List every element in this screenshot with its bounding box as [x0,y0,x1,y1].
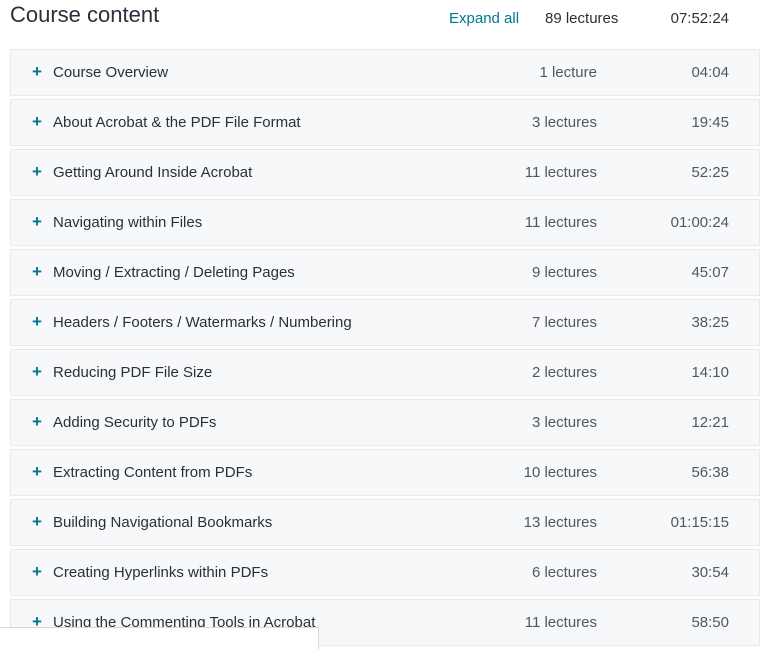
section-duration: 19:45 [691,114,729,131]
page-title: Course content [10,2,160,27]
section-lecture-count: 2 lectures [531,364,597,381]
plus-icon[interactable]: + [32,462,42,482]
course-section-row[interactable]: + Getting Around Inside Acrobat 11 lecture… [10,149,760,196]
section-lecture-count: 7 lectures [531,314,597,331]
section-lecture-count: 10 lectures [523,464,597,481]
section-lecture-count: 9 lectures [531,264,597,281]
section-title: Creating Hyperlinks within PDFs [53,564,269,581]
plus-icon[interactable]: + [32,362,42,382]
section-duration: 45:07 [691,264,729,281]
total-lectures-count: 89 lectures [545,10,619,27]
course-section-row[interactable]: + Reducing PDF File Size 2 lectures 14:10 [10,349,760,396]
section-duration: 04:04 [691,64,729,81]
section-lecture-count: 3 lectures [531,114,597,131]
course-section-row[interactable]: + About Acrobat & the PDF File Format 3 le… [10,99,760,146]
course-section-row[interactable]: + Creating Hyperlinks within PDFs 6 lectur… [10,549,760,596]
total-duration: 07:52:24 [670,10,729,27]
course-section-row[interactable]: + Headers / Footers / Watermarks / Number… [10,299,760,346]
section-duration: 56:38 [691,464,729,481]
course-content-header: Course content Expand all 89 lectures 07… [0,0,776,44]
section-title: Adding Security to PDFs [53,414,217,431]
course-section-row[interactable]: + Navigating within Files 11 lectures 01:00… [10,199,760,246]
section-duration: 01:00:24 [670,214,729,231]
plus-icon[interactable]: + [32,112,42,132]
section-lecture-count: 6 lectures [531,564,597,581]
section-lecture-count: 11 lectures [524,214,597,231]
sections-list: + Course Overview 1 lecture 04:04 + About Acr… [10,49,760,649]
plus-icon[interactable]: + [32,512,42,532]
section-duration: 58:50 [691,614,729,631]
section-title: About Acrobat & the PDF File Format [53,114,301,131]
plus-icon[interactable]: + [32,562,42,582]
section-title: Extracting Content from PDFs [53,464,253,481]
section-title: Headers / Footers / Watermarks / Numberi… [53,314,352,331]
section-title: Moving / Extracting / Deleting Pages [53,264,295,281]
section-lecture-count: 13 lectures [523,514,597,531]
section-lecture-count: 1 lecture [539,64,597,81]
section-duration: 01:15:15 [670,514,729,531]
plus-icon[interactable]: + [32,412,42,432]
course-section-row[interactable]: + Building Navigational Bookmarks 13 lectu… [10,499,760,546]
section-title: Building Navigational Bookmarks [53,514,273,531]
section-duration: 14:10 [691,364,729,381]
section-lecture-count: 11 lectures [524,614,597,631]
plus-icon[interactable]: + [32,312,42,332]
section-duration: 12:21 [691,414,729,431]
section-title: Reducing PDF File Size [53,364,213,381]
plus-icon[interactable]: + [32,162,42,182]
section-title: Course Overview [53,64,169,81]
course-section-row[interactable]: + Adding Security to PDFs 3 lectures 12:21 [10,399,760,446]
bottom-overlay-panel [0,627,319,649]
section-duration: 30:54 [691,564,729,581]
section-title: Getting Around Inside Acrobat [53,164,253,181]
course-section-row[interactable]: + Moving / Extracting / Deleting Pages 9 l… [10,249,760,296]
section-lecture-count: 11 lectures [524,164,597,181]
plus-icon[interactable]: + [32,212,42,232]
plus-icon[interactable]: + [32,262,42,282]
section-title: Navigating within Files [53,214,203,231]
course-content-page: Course content Expand all 89 lectures 07… [0,0,776,649]
section-duration: 52:25 [691,164,729,181]
section-lecture-count: 3 lectures [531,414,597,431]
plus-icon[interactable]: + [32,62,42,82]
expand-all-button[interactable]: Expand all [449,10,519,28]
course-section-row[interactable]: + Course Overview 1 lecture 04:04 [10,49,760,96]
section-duration: 38:25 [691,314,729,331]
course-section-row[interactable]: + Extracting Content from PDFs 10 lectures… [10,449,760,496]
